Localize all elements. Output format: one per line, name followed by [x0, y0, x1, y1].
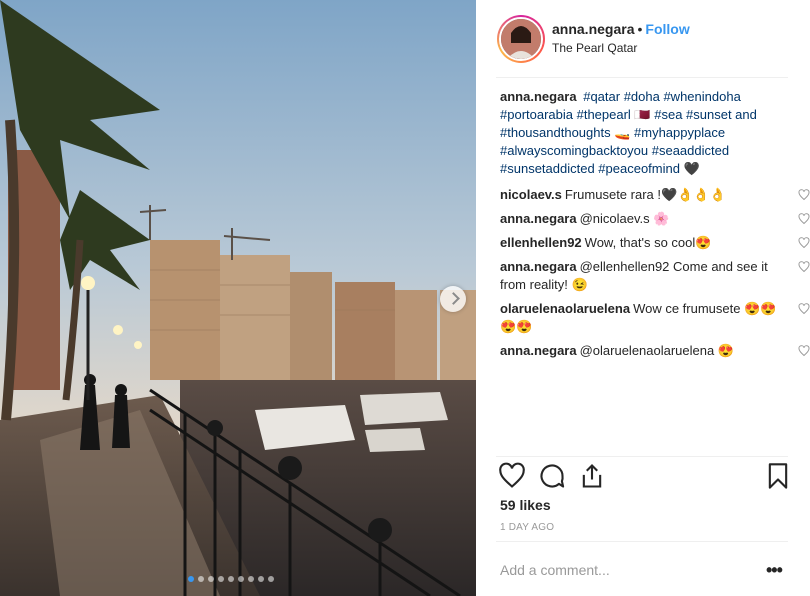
- post-caption: anna.negara #qatar #doha #whenindoha #po…: [500, 88, 790, 178]
- comment-like-heart-icon[interactable]: [798, 303, 810, 315]
- carousel-dot: [258, 576, 264, 582]
- comment-box-divider: [496, 541, 788, 542]
- comment-like-heart-icon[interactable]: [798, 213, 810, 225]
- actions-divider: [496, 456, 788, 457]
- action-bar: [498, 462, 794, 492]
- carousel-indicator: [188, 576, 274, 582]
- follow-button[interactable]: Follow: [645, 21, 689, 37]
- comment-row: ellenhellen92 Wow, that's so cool😍: [500, 234, 810, 252]
- comment-author[interactable]: anna.negara: [500, 343, 577, 358]
- post-photo[interactable]: [0, 0, 476, 596]
- comment-text: @olaruelenaolaruelena 😍: [579, 343, 735, 358]
- more-options-button[interactable]: •••: [766, 560, 783, 581]
- post-timestamp[interactable]: 1 DAY AGO: [500, 522, 554, 533]
- post-side-panel: anna.negara • Follow The Pearl Qatar anna.…: [476, 0, 810, 596]
- share-icon[interactable]: [578, 462, 606, 490]
- carousel-dot: [198, 576, 204, 582]
- carousel-dot: [238, 576, 244, 582]
- comment-like-heart-icon[interactable]: [798, 345, 810, 357]
- comment-author[interactable]: anna.negara: [500, 211, 577, 226]
- comment-author[interactable]: olaruelenaolaruelena: [500, 301, 630, 316]
- post-location[interactable]: The Pearl Qatar: [552, 41, 637, 55]
- carousel-dot: [208, 576, 214, 582]
- comment-text: @nicolaev.s 🌸: [579, 211, 670, 226]
- avatar-story-ring[interactable]: [497, 15, 545, 63]
- comment-like-heart-icon[interactable]: [798, 189, 810, 201]
- likes-count[interactable]: 59 likes: [500, 497, 551, 513]
- carousel-dot: [188, 576, 194, 582]
- comment-author[interactable]: anna.negara: [500, 259, 577, 274]
- carousel-dot: [268, 576, 274, 582]
- bookmark-icon[interactable]: [764, 462, 792, 490]
- comment-row: olaruelenaolaruelena Wow ce frumusete 😍😍😍…: [500, 300, 810, 336]
- photo-image: [0, 0, 476, 596]
- comment-like-heart-icon[interactable]: [798, 237, 810, 249]
- caption-author[interactable]: anna.negara: [500, 89, 577, 104]
- carousel-dot: [218, 576, 224, 582]
- comment-text: Wow, that's so cool😍: [584, 235, 712, 250]
- comment-row: nicolaev.s Frumusete rara !🖤👌👌👌: [500, 186, 810, 204]
- carousel-next-button[interactable]: [440, 286, 466, 312]
- comment-author[interactable]: ellenhellen92: [500, 235, 582, 250]
- comment-row: anna.negara @nicolaev.s 🌸: [500, 210, 810, 228]
- post-username-row: anna.negara • Follow: [552, 21, 690, 37]
- comment-row: anna.negara @olaruelenaolaruelena 😍: [500, 342, 810, 360]
- carousel-dot: [248, 576, 254, 582]
- post-header: anna.negara • Follow The Pearl Qatar: [476, 0, 810, 78]
- comment-author[interactable]: nicolaev.s: [500, 187, 562, 202]
- add-comment-input[interactable]: Add a comment...: [500, 562, 610, 578]
- comment-like-heart-icon[interactable]: [798, 261, 810, 273]
- heart-outline-icon[interactable]: [498, 462, 526, 490]
- carousel-dot: [228, 576, 234, 582]
- comment-text: Frumusete rara !🖤👌👌👌: [564, 187, 726, 202]
- separator-dot: •: [637, 21, 643, 37]
- comments-list: anna.negara #qatar #doha #whenindoha #po…: [500, 88, 810, 366]
- post-username[interactable]: anna.negara: [552, 21, 634, 37]
- comment-row: anna.negara @ellenhellen92 Come and see i…: [500, 258, 810, 294]
- header-divider: [496, 77, 788, 78]
- comment-bubble-icon[interactable]: [538, 462, 566, 490]
- avatar: [499, 17, 543, 61]
